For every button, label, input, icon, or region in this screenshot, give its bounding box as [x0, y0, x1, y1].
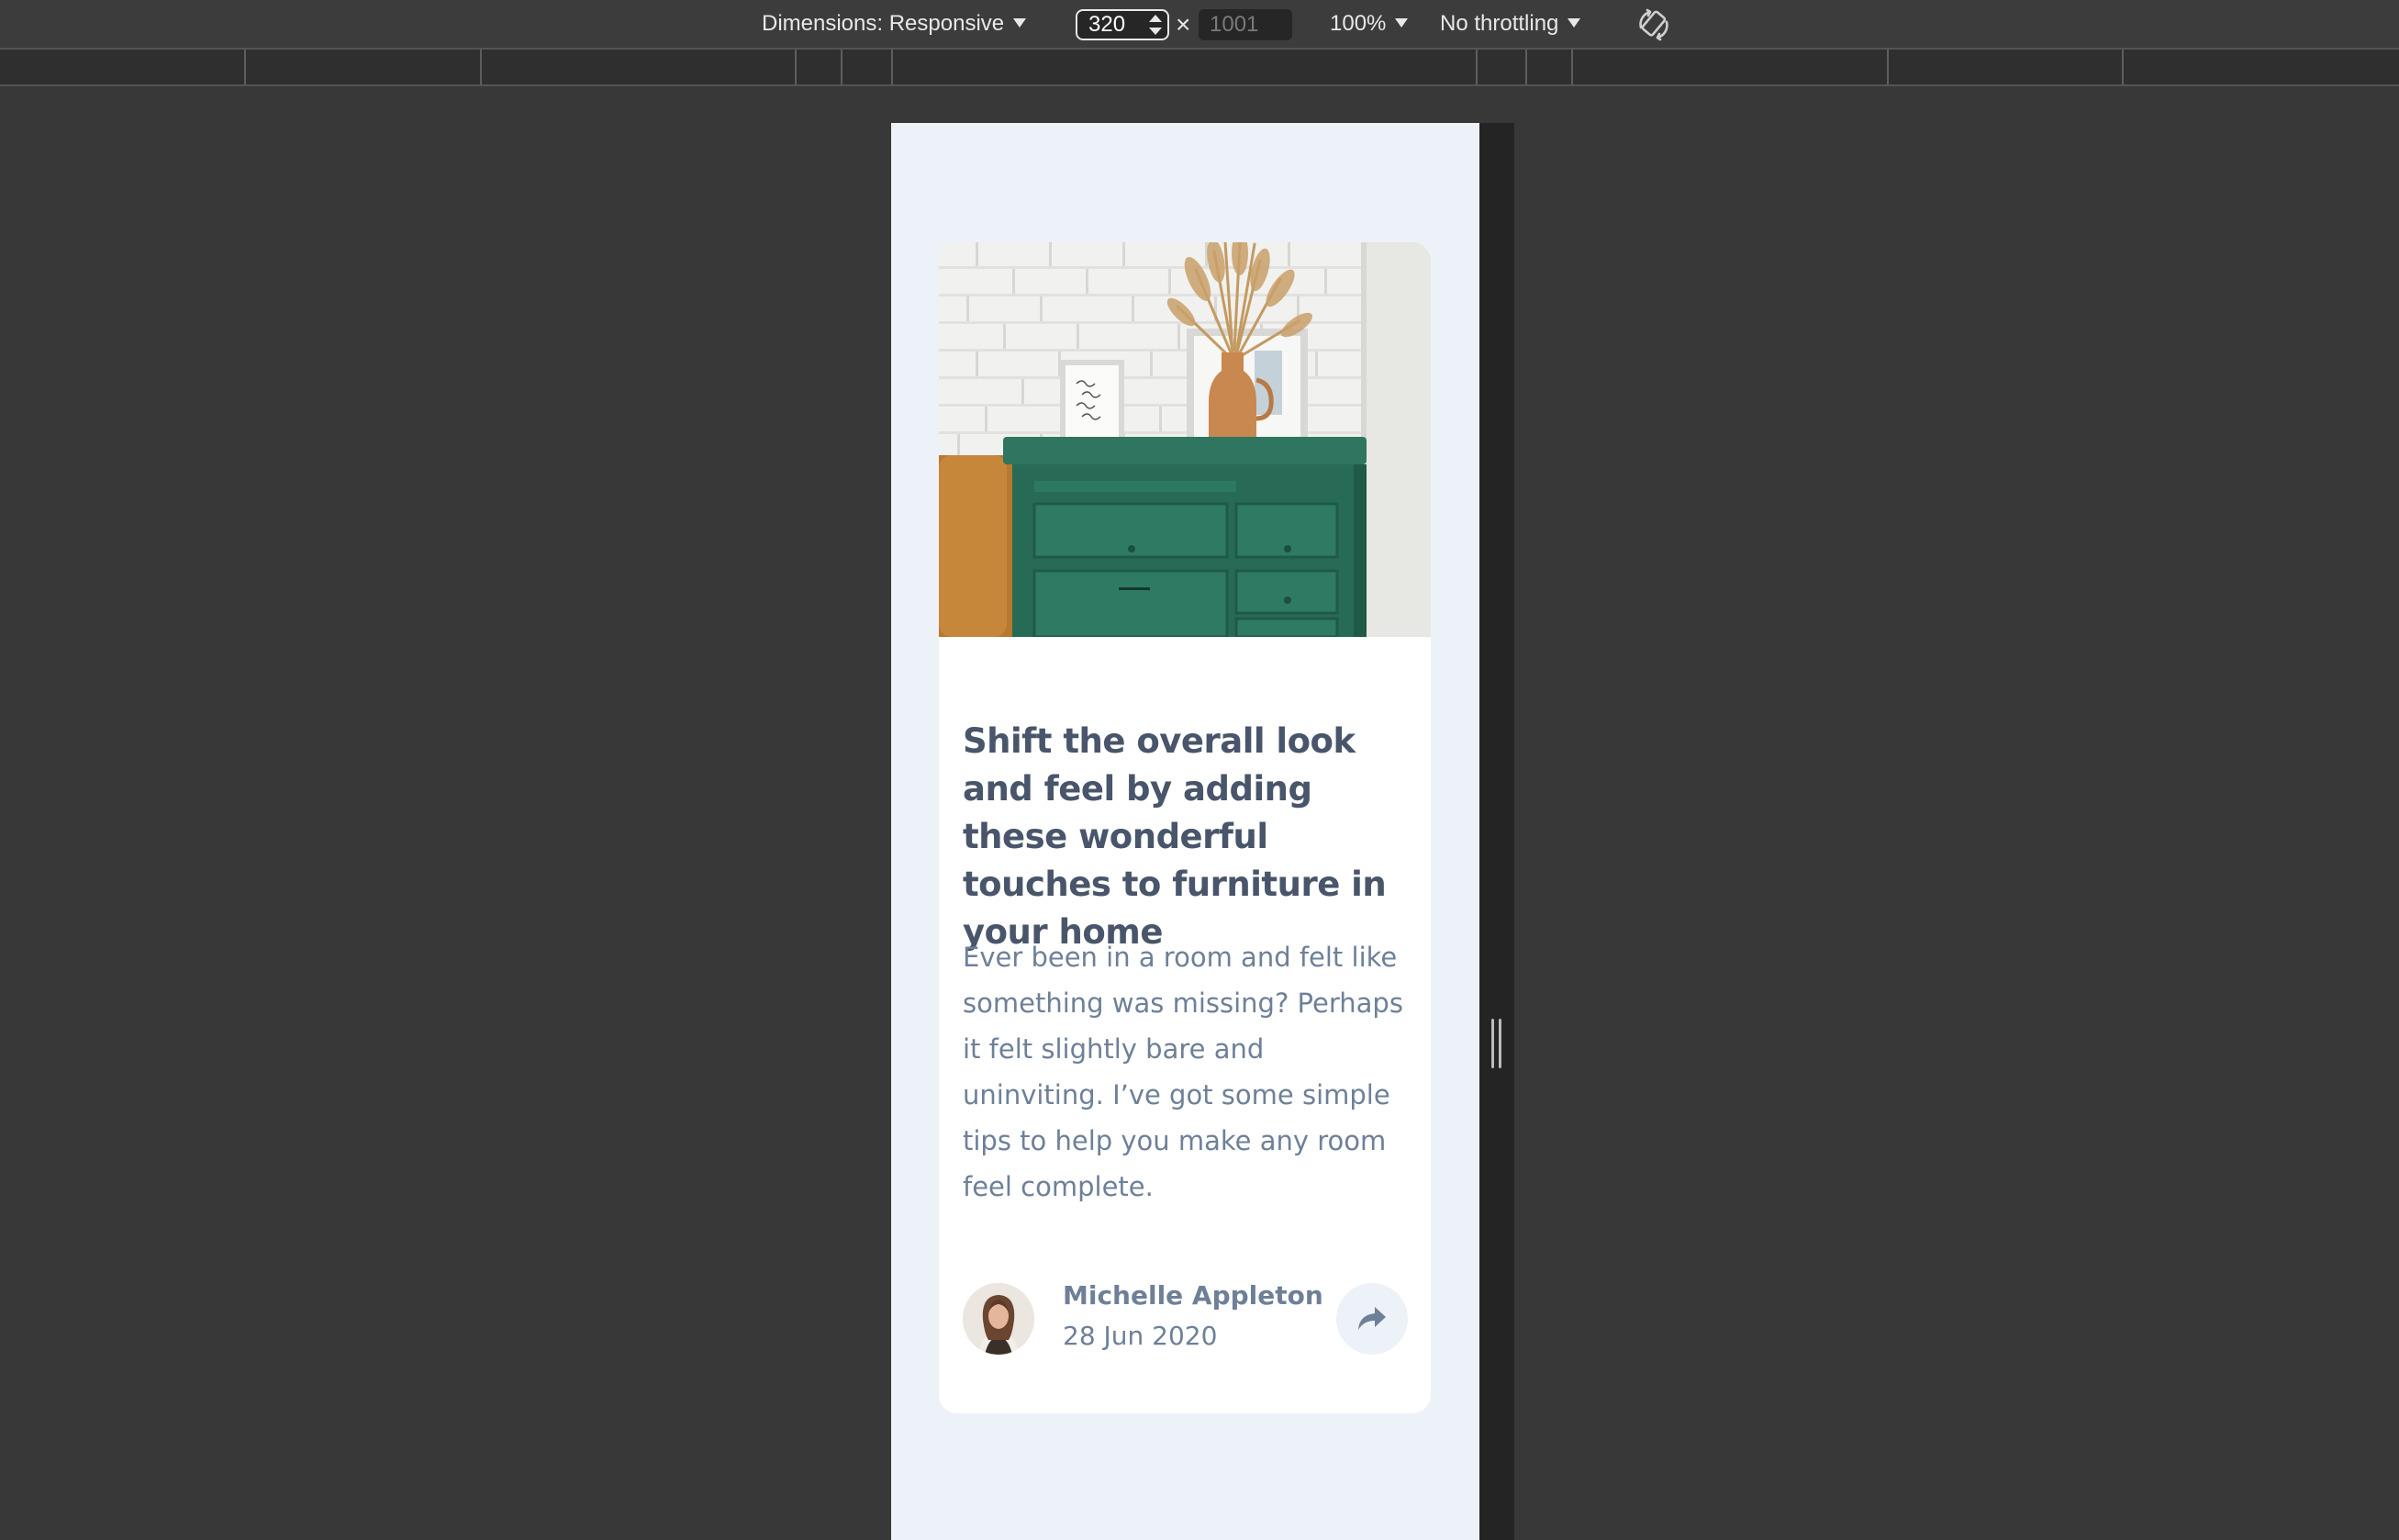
- zoom-label: 100%: [1330, 11, 1387, 36]
- publish-date: 28 Jun 2020: [1063, 1321, 1218, 1351]
- throttling-dropdown[interactable]: No throttling: [1440, 9, 1581, 39]
- article-description: Ever been in a room and felt like someth…: [963, 942, 1403, 1202]
- article-card: Shift the overall look and feel by addin…: [939, 242, 1431, 1413]
- device-toolbar: Dimensions: Responsive 320 × 1001 100% N…: [0, 0, 2399, 48]
- article-title: Shift the overall look and feel by addin…: [963, 721, 1387, 952]
- width-value: 320: [1088, 12, 1126, 37]
- zoom-dropdown[interactable]: 100%: [1330, 9, 1409, 39]
- author-name: Michelle Appleton: [1063, 1280, 1323, 1311]
- rotate-icon[interactable]: [1635, 7, 1672, 42]
- dimensions-label: Dimensions: Responsive: [762, 11, 1005, 36]
- resize-handle[interactable]: [1479, 123, 1514, 1540]
- avatar-image: [963, 1283, 1034, 1355]
- height-placeholder: 1001: [1210, 12, 1259, 37]
- share-icon: [1358, 1307, 1386, 1330]
- times-separator: ×: [1176, 10, 1191, 39]
- throttling-label: No throttling: [1440, 11, 1559, 36]
- caret-down-icon: [1395, 18, 1409, 28]
- avatar: [963, 1283, 1034, 1355]
- stepper-icon[interactable]: [1149, 15, 1162, 35]
- grip-line: [1499, 1019, 1501, 1068]
- share-button[interactable]: [1336, 1283, 1408, 1355]
- hero-image: [939, 242, 1431, 637]
- width-input[interactable]: 320: [1076, 9, 1169, 40]
- height-input[interactable]: 1001: [1199, 9, 1292, 40]
- caret-down-icon: [1568, 18, 1581, 28]
- device-viewport: Shift the overall look and feel by addin…: [891, 123, 1479, 1540]
- media-query-ruler: [0, 48, 2399, 86]
- grip-line: [1491, 1019, 1494, 1068]
- dimensions-dropdown[interactable]: Dimensions: Responsive: [762, 9, 1027, 39]
- caret-down-icon: [1013, 18, 1027, 28]
